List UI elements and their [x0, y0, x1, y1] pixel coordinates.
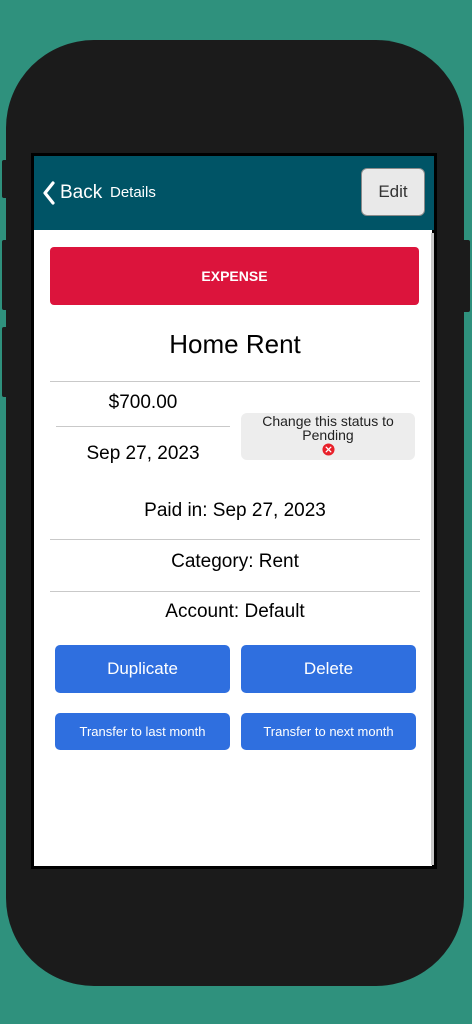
close-circle-icon: [321, 443, 335, 456]
transfer-next-month-button[interactable]: Transfer to next month: [241, 713, 416, 750]
phone-side-button-power: [462, 240, 470, 312]
delete-button[interactable]: Delete: [241, 645, 416, 693]
back-label: Back: [60, 182, 103, 203]
phone-side-button-volume-down: [2, 327, 10, 397]
status-action-target: Pending: [302, 427, 354, 443]
phone-side-button-top: [2, 160, 10, 198]
back-button[interactable]: Back: [42, 178, 102, 208]
divider: [50, 591, 420, 592]
transaction-type-badge: EXPENSE: [50, 247, 419, 305]
navigation-header: Back Details Edit: [34, 156, 434, 230]
phone-side-button-volume-up: [2, 240, 10, 310]
chevron-left-icon: [43, 181, 55, 205]
category: Category: Rent: [171, 551, 299, 572]
page-title: Details: [110, 184, 156, 201]
edit-button[interactable]: Edit: [361, 168, 425, 216]
transaction-date: Sep 27, 2023: [86, 443, 200, 464]
divider: [50, 381, 420, 382]
status-action-label: Change this status to: [262, 413, 394, 429]
transfer-last-month-button[interactable]: Transfer to last month: [55, 713, 230, 750]
duplicate-button[interactable]: Duplicate: [55, 645, 230, 693]
paid-in-date: Paid in: Sep 27, 2023: [144, 500, 326, 521]
divider: [56, 426, 230, 427]
details-content: EXPENSE Home Rent $700.00 Sep 27, 2023 C…: [34, 230, 432, 866]
transaction-amount: $700.00: [108, 392, 178, 413]
scrollbar[interactable]: [431, 233, 434, 865]
app-screen: Back Details Edit EXPENSE Home Rent $700…: [31, 153, 437, 869]
change-status-button[interactable]: Change this status to Pending: [241, 413, 415, 460]
divider: [50, 539, 420, 540]
account: Account: Default: [165, 601, 305, 622]
transaction-name: Home Rent: [169, 329, 301, 359]
